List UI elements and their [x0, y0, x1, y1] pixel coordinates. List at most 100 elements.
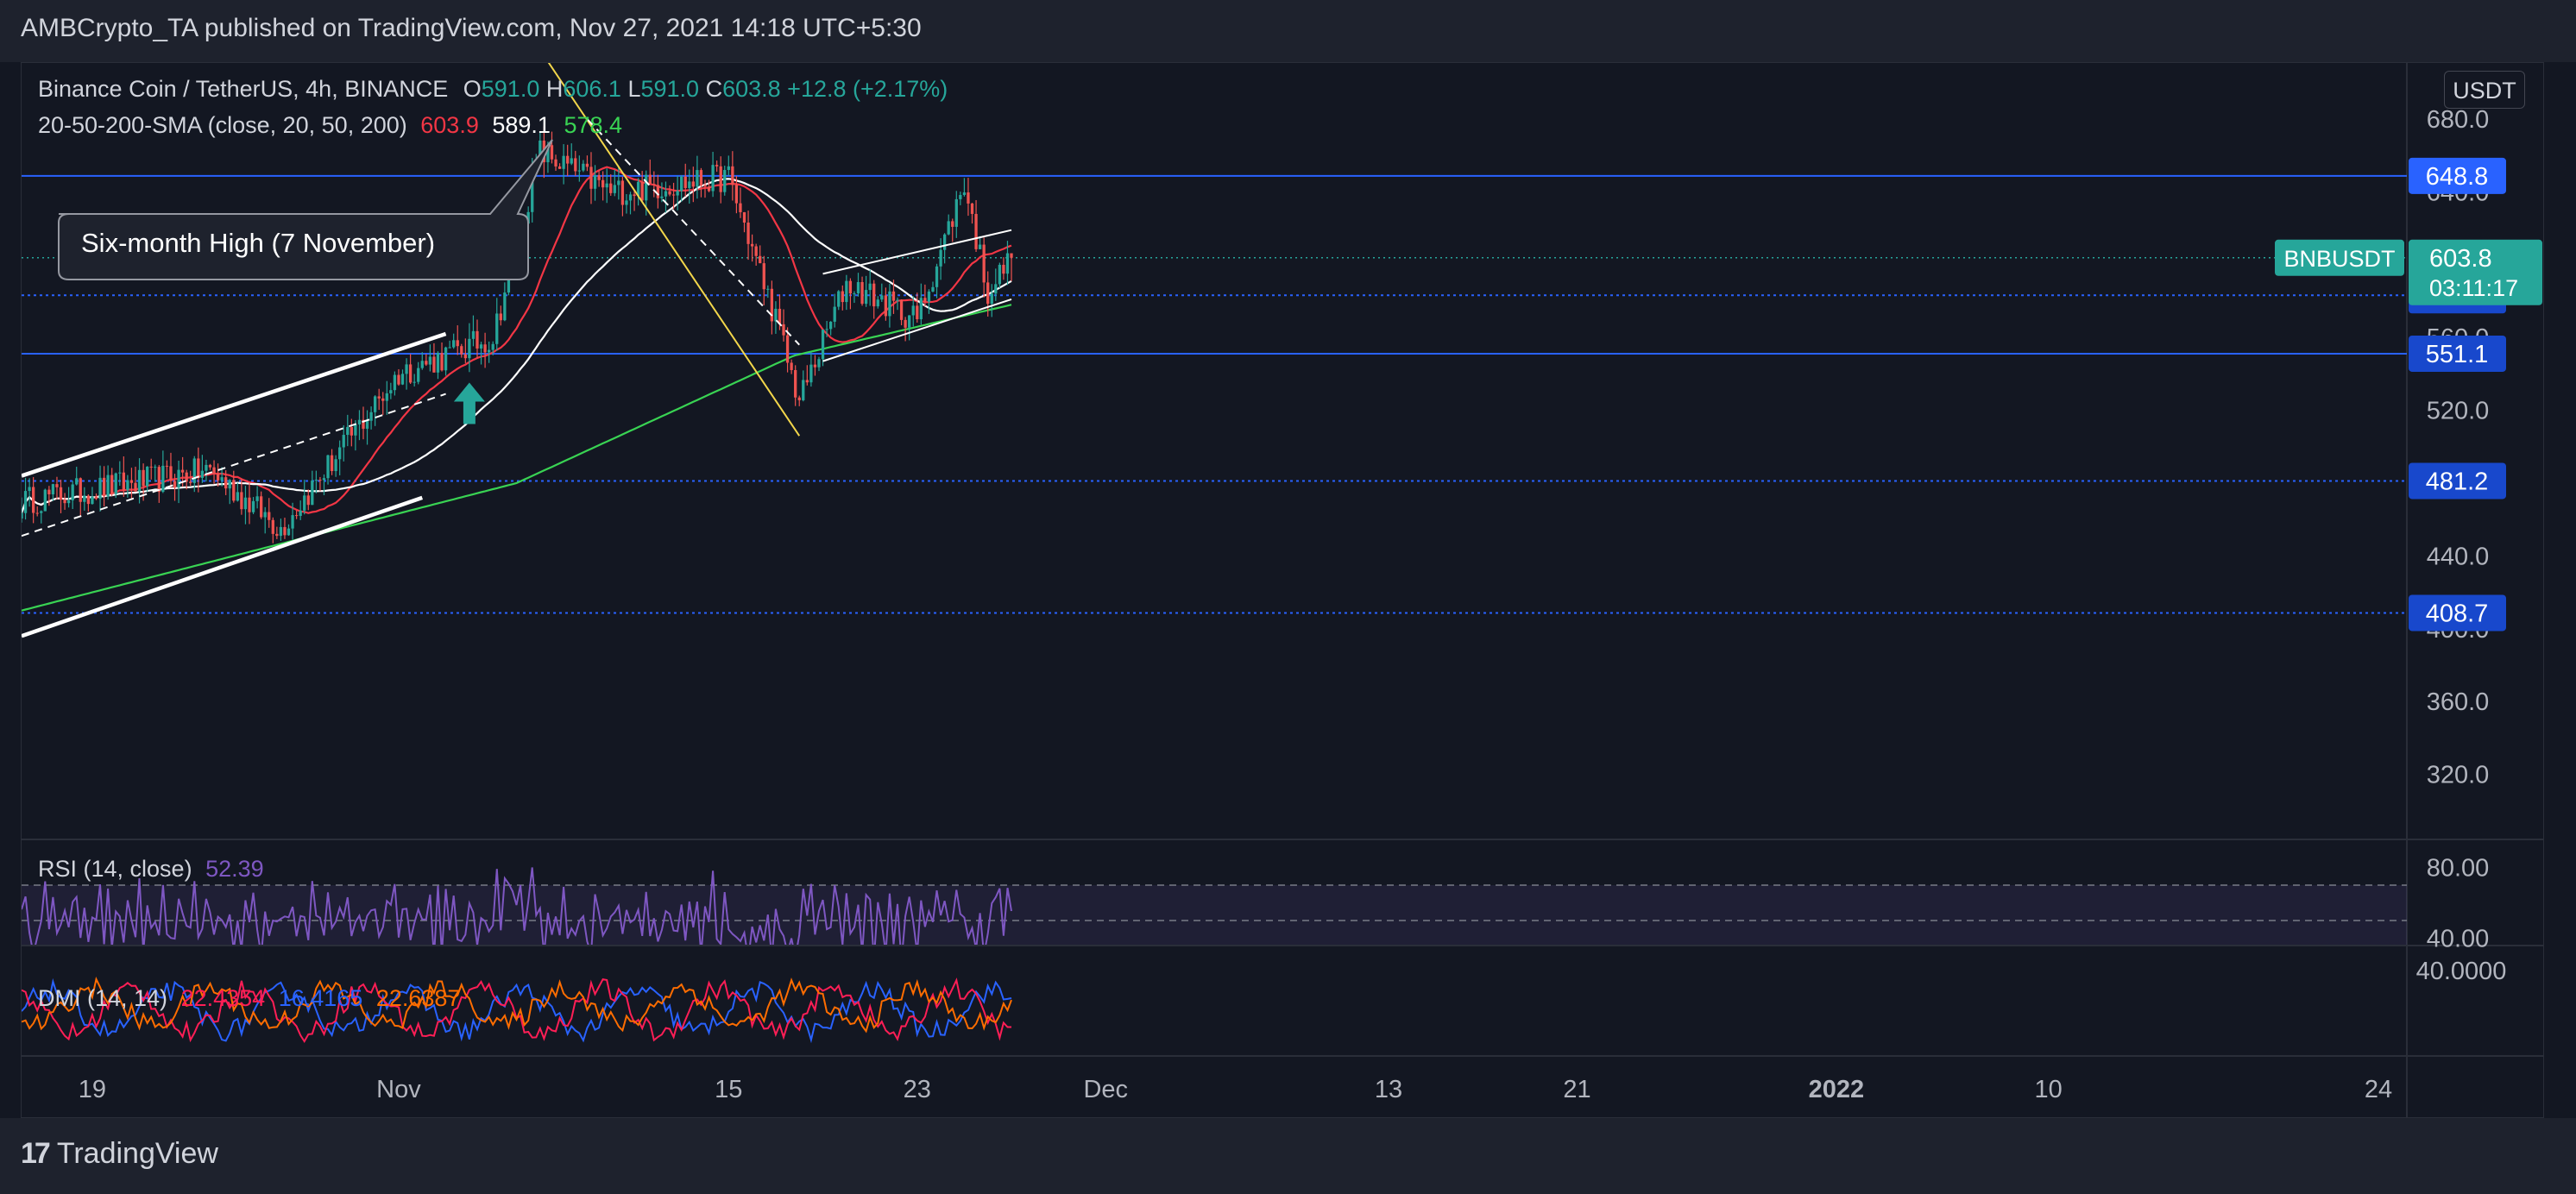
- tradingview-logo[interactable]: 17 TradingView: [21, 1137, 218, 1171]
- candle-body: [802, 380, 805, 400]
- candle-body: [389, 390, 393, 393]
- candle-body: [715, 165, 719, 167]
- sma20-value: 603.9: [420, 112, 479, 138]
- candle-body: [628, 194, 633, 201]
- candle-body: [106, 474, 110, 497]
- candle-body: [413, 381, 416, 383]
- candle-body: [173, 481, 177, 488]
- candle-body: [165, 465, 169, 467]
- candle-body: [582, 163, 585, 171]
- candle-body: [668, 191, 671, 195]
- candle-body: [322, 478, 326, 481]
- candle-body: [833, 306, 836, 322]
- sma-legend[interactable]: 20-50-200-SMA (close, 20, 50, 200) 603.9…: [38, 112, 622, 139]
- rsi-title: RSI (14, close): [38, 856, 192, 882]
- symbol-legend[interactable]: Binance Coin / TetherUS, 4h, BINANCE O59…: [38, 76, 948, 103]
- level-tag-label: 408.7: [2426, 600, 2489, 627]
- candle-body: [476, 330, 479, 349]
- candle-body: [954, 198, 958, 227]
- candle-body: [110, 474, 114, 494]
- candle-body: [243, 497, 248, 510]
- candle-body: [904, 319, 907, 328]
- candle-body: [350, 426, 353, 436]
- candle-body: [342, 435, 345, 448]
- candle-body: [357, 419, 362, 424]
- candle-body: [947, 221, 950, 235]
- candle-body: [318, 480, 322, 481]
- candle-body: [299, 510, 302, 516]
- candle-body: [275, 533, 279, 537]
- candle-body: [83, 495, 86, 502]
- candle-body: [880, 295, 884, 300]
- x-tick-label: Dec: [1083, 1076, 1128, 1103]
- candle-body: [739, 203, 742, 212]
- candle-body: [660, 196, 664, 198]
- candle-body: [385, 393, 388, 401]
- candle-body: [216, 474, 220, 481]
- candle-body: [86, 495, 91, 505]
- currency-button[interactable]: USDT: [2444, 71, 2525, 109]
- candle-body: [935, 266, 939, 287]
- rsi-tick-label: 80.00: [2427, 855, 2490, 883]
- candle-body: [311, 481, 314, 506]
- candle-body: [601, 179, 605, 188]
- candle-body: [369, 412, 373, 421]
- candle-body: [98, 477, 102, 500]
- ohlc-open: 591.0: [481, 76, 540, 102]
- candle-body: [703, 185, 707, 187]
- candle-body: [959, 195, 962, 199]
- x-tick-label: 23: [904, 1076, 931, 1103]
- rsi-legend[interactable]: RSI (14, close) 52.39: [38, 856, 264, 883]
- candle-body: [853, 293, 856, 295]
- candle-body: [876, 299, 879, 307]
- candle-body: [452, 340, 456, 348]
- candle-body: [102, 477, 106, 497]
- candle-body: [927, 291, 931, 302]
- candle-body: [460, 346, 463, 355]
- candle-body: [794, 369, 797, 398]
- candle-body: [872, 283, 876, 307]
- candle-body: [605, 183, 608, 188]
- candle-body: [805, 380, 809, 383]
- dmi-tick-label: 40.0000: [2416, 958, 2507, 985]
- candle-body: [841, 291, 844, 303]
- candle-body: [468, 338, 471, 359]
- candle-body: [197, 458, 200, 478]
- candle-body: [821, 330, 825, 360]
- candle-body: [122, 472, 125, 491]
- candle-body: [420, 361, 424, 368]
- candle-body: [742, 211, 746, 223]
- ohlc-c-label: C: [705, 76, 723, 102]
- candle-body: [180, 469, 185, 473]
- candle-body: [754, 246, 758, 256]
- candle-body: [683, 176, 687, 188]
- chart-canvas[interactable]: 680.0640.0600.0560.0520.0480.0440.0400.0…: [0, 0, 2576, 1194]
- ohlc-o-label: O: [463, 76, 482, 102]
- x-tick-label: 13: [1375, 1076, 1402, 1103]
- candle-body: [440, 353, 444, 371]
- dmi-legend[interactable]: DMI (14, 14) 22.4354 16.4165 22.6387: [38, 985, 460, 1012]
- candle-body: [727, 166, 730, 171]
- candle-body: [260, 496, 263, 518]
- candle-body: [43, 489, 47, 512]
- candle-body: [487, 349, 491, 353]
- tradingview-logo-icon: 17: [21, 1137, 51, 1170]
- candle-body: [495, 313, 499, 344]
- candle-body: [456, 340, 459, 347]
- y-tick-label: 680.0: [2427, 106, 2490, 134]
- trendline: [586, 118, 800, 346]
- candle-body: [688, 181, 691, 188]
- candle-body: [32, 487, 35, 513]
- candle-body: [1002, 264, 1005, 274]
- candle-body: [374, 396, 377, 412]
- callout-box: [58, 139, 553, 280]
- candle-body: [287, 528, 291, 536]
- level-tag-label: 551.1: [2426, 341, 2489, 368]
- candle-body: [731, 166, 734, 185]
- y-tick-label: 520.0: [2427, 398, 2490, 425]
- candle-body: [577, 170, 581, 172]
- candle-body: [609, 183, 613, 193]
- candle-body: [405, 364, 408, 374]
- candle-body: [114, 473, 117, 494]
- candle-body: [220, 477, 224, 481]
